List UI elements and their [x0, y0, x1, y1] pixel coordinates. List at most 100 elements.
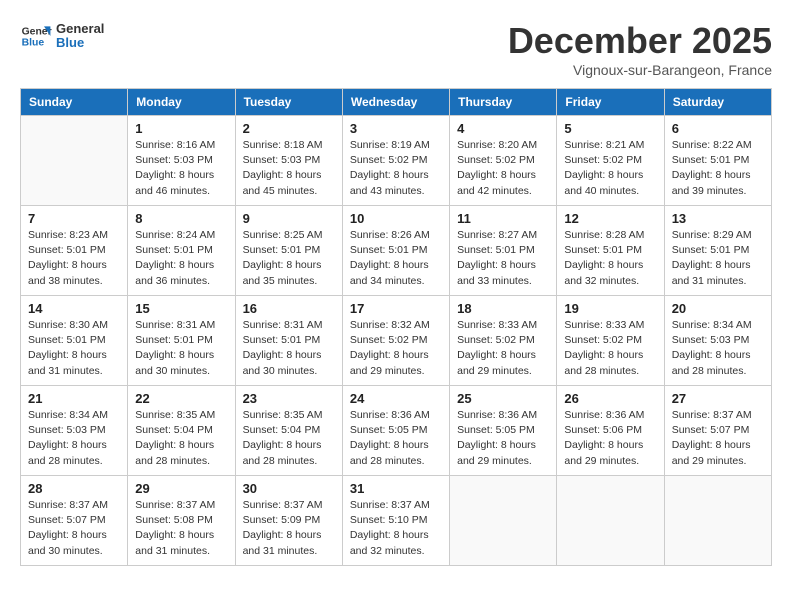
calendar-cell: 27Sunrise: 8:37 AMSunset: 5:07 PMDayligh… [664, 386, 771, 476]
calendar-week-4: 21Sunrise: 8:34 AMSunset: 5:03 PMDayligh… [21, 386, 772, 476]
calendar-cell: 22Sunrise: 8:35 AMSunset: 5:04 PMDayligh… [128, 386, 235, 476]
day-number: 14 [28, 301, 120, 316]
calendar-cell: 12 Sunrise: 8:28 AMSunset: 5:01 PMDayligh… [557, 206, 664, 296]
day-info: Sunrise: 8:16 AMSunset: 5:03 PMDaylight:… [135, 138, 227, 199]
calendar-cell: 30 Sunrise: 8:37 AMSunset: 5:09 PMDayligh… [235, 476, 342, 566]
calendar-cell: 7Sunrise: 8:23 AMSunset: 5:01 PMDaylight… [21, 206, 128, 296]
day-number: 25 [457, 391, 549, 406]
column-header-saturday: Saturday [664, 89, 771, 116]
day-number: 29 [135, 481, 227, 496]
calendar-cell: 15 Sunrise: 8:31 AMSunset: 5:01 PMDayligh… [128, 296, 235, 386]
day-info: Sunrise: 8:25 AMSunset: 5:01 PMDaylight:… [243, 228, 335, 289]
day-number: 8 [135, 211, 227, 226]
location-subtitle: Vignoux-sur-Barangeon, France [508, 62, 772, 78]
day-number: 27 [672, 391, 764, 406]
calendar-week-3: 14Sunrise: 8:30 AMSunset: 5:01 PMDayligh… [21, 296, 772, 386]
calendar-cell: 14Sunrise: 8:30 AMSunset: 5:01 PMDayligh… [21, 296, 128, 386]
day-info: Sunrise: 8:18 AMSunset: 5:03 PMDaylight:… [243, 138, 335, 199]
calendar-cell: 1 Sunrise: 8:16 AMSunset: 5:03 PMDaylight… [128, 116, 235, 206]
calendar-week-5: 28Sunrise: 8:37 AMSunset: 5:07 PMDayligh… [21, 476, 772, 566]
day-number: 1 [135, 121, 227, 136]
day-info: Sunrise: 8:36 AMSunset: 5:06 PMDaylight:… [564, 408, 656, 469]
day-number: 17 [350, 301, 442, 316]
column-header-thursday: Thursday [450, 89, 557, 116]
calendar-cell: 21Sunrise: 8:34 AMSunset: 5:03 PMDayligh… [21, 386, 128, 476]
day-info: Sunrise: 8:37 AMSunset: 5:09 PMDaylight:… [243, 498, 335, 559]
day-info: Sunrise: 8:33 AMSunset: 5:02 PMDaylight:… [457, 318, 549, 379]
day-info: Sunrise: 8:31 AMSunset: 5:01 PMDaylight:… [135, 318, 227, 379]
day-info: Sunrise: 8:24 AMSunset: 5:01 PMDaylight:… [135, 228, 227, 289]
calendar-cell: 17 Sunrise: 8:32 AMSunset: 5:02 PMDayligh… [342, 296, 449, 386]
day-info: Sunrise: 8:36 AMSunset: 5:05 PMDaylight:… [457, 408, 549, 469]
day-number: 6 [672, 121, 764, 136]
calendar-week-1: 1 Sunrise: 8:16 AMSunset: 5:03 PMDaylight… [21, 116, 772, 206]
title-area: December 2025 Vignoux-sur-Barangeon, Fra… [508, 20, 772, 78]
calendar-cell: 28Sunrise: 8:37 AMSunset: 5:07 PMDayligh… [21, 476, 128, 566]
day-info: Sunrise: 8:34 AMSunset: 5:03 PMDaylight:… [672, 318, 764, 379]
calendar-cell: 10 Sunrise: 8:26 AMSunset: 5:01 PMDayligh… [342, 206, 449, 296]
calendar-cell [21, 116, 128, 206]
month-title: December 2025 [508, 20, 772, 62]
calendar-cell: 6Sunrise: 8:22 AMSunset: 5:01 PMDaylight… [664, 116, 771, 206]
calendar-table: SundayMondayTuesdayWednesdayThursdayFrid… [20, 88, 772, 566]
day-number: 26 [564, 391, 656, 406]
calendar-cell: 4 Sunrise: 8:20 AMSunset: 5:02 PMDaylight… [450, 116, 557, 206]
column-header-tuesday: Tuesday [235, 89, 342, 116]
day-number: 15 [135, 301, 227, 316]
calendar-cell: 29 Sunrise: 8:37 AMSunset: 5:08 PMDayligh… [128, 476, 235, 566]
day-info: Sunrise: 8:28 AMSunset: 5:01 PMDaylight:… [564, 228, 656, 289]
day-info: Sunrise: 8:37 AMSunset: 5:10 PMDaylight:… [350, 498, 442, 559]
day-number: 23 [243, 391, 335, 406]
column-header-sunday: Sunday [21, 89, 128, 116]
calendar-cell: 16 Sunrise: 8:31 AMSunset: 5:01 PMDayligh… [235, 296, 342, 386]
header: General Blue General Blue December 2025 … [20, 20, 772, 78]
calendar-cell: 2Sunrise: 8:18 AMSunset: 5:03 PMDaylight… [235, 116, 342, 206]
logo: General Blue General Blue [20, 20, 104, 52]
day-info: Sunrise: 8:29 AMSunset: 5:01 PMDaylight:… [672, 228, 764, 289]
day-number: 21 [28, 391, 120, 406]
day-info: Sunrise: 8:32 AMSunset: 5:02 PMDaylight:… [350, 318, 442, 379]
day-number: 30 [243, 481, 335, 496]
calendar-cell: 8 Sunrise: 8:24 AMSunset: 5:01 PMDaylight… [128, 206, 235, 296]
day-info: Sunrise: 8:20 AMSunset: 5:02 PMDaylight:… [457, 138, 549, 199]
day-info: Sunrise: 8:37 AMSunset: 5:08 PMDaylight:… [135, 498, 227, 559]
day-info: Sunrise: 8:35 AMSunset: 5:04 PMDaylight:… [135, 408, 227, 469]
day-number: 18 [457, 301, 549, 316]
calendar-cell: 11Sunrise: 8:27 AMSunset: 5:01 PMDayligh… [450, 206, 557, 296]
day-number: 10 [350, 211, 442, 226]
column-header-friday: Friday [557, 89, 664, 116]
day-info: Sunrise: 8:33 AMSunset: 5:02 PMDaylight:… [564, 318, 656, 379]
calendar-cell: 25 Sunrise: 8:36 AMSunset: 5:05 PMDayligh… [450, 386, 557, 476]
day-number: 31 [350, 481, 442, 496]
calendar-cell [664, 476, 771, 566]
day-info: Sunrise: 8:21 AMSunset: 5:02 PMDaylight:… [564, 138, 656, 199]
day-number: 12 [564, 211, 656, 226]
day-info: Sunrise: 8:31 AMSunset: 5:01 PMDaylight:… [243, 318, 335, 379]
calendar-week-2: 7Sunrise: 8:23 AMSunset: 5:01 PMDaylight… [21, 206, 772, 296]
calendar-cell: 13 Sunrise: 8:29 AMSunset: 5:01 PMDayligh… [664, 206, 771, 296]
calendar-cell: 18 Sunrise: 8:33 AMSunset: 5:02 PMDayligh… [450, 296, 557, 386]
day-info: Sunrise: 8:26 AMSunset: 5:01 PMDaylight:… [350, 228, 442, 289]
day-number: 24 [350, 391, 442, 406]
day-number: 13 [672, 211, 764, 226]
calendar-cell: 9Sunrise: 8:25 AMSunset: 5:01 PMDaylight… [235, 206, 342, 296]
calendar-cell [450, 476, 557, 566]
day-info: Sunrise: 8:23 AMSunset: 5:01 PMDaylight:… [28, 228, 120, 289]
calendar-cell: 3Sunrise: 8:19 AMSunset: 5:02 PMDaylight… [342, 116, 449, 206]
calendar-cell: 19 Sunrise: 8:33 AMSunset: 5:02 PMDayligh… [557, 296, 664, 386]
calendar-cell: 20 Sunrise: 8:34 AMSunset: 5:03 PMDayligh… [664, 296, 771, 386]
day-number: 3 [350, 121, 442, 136]
logo-blue: Blue [56, 36, 104, 50]
day-number: 16 [243, 301, 335, 316]
day-info: Sunrise: 8:36 AMSunset: 5:05 PMDaylight:… [350, 408, 442, 469]
day-number: 5 [564, 121, 656, 136]
calendar-cell: 26 Sunrise: 8:36 AMSunset: 5:06 PMDayligh… [557, 386, 664, 476]
day-number: 19 [564, 301, 656, 316]
calendar-cell: 5 Sunrise: 8:21 AMSunset: 5:02 PMDaylight… [557, 116, 664, 206]
logo-general: General [56, 22, 104, 36]
day-number: 4 [457, 121, 549, 136]
day-info: Sunrise: 8:35 AMSunset: 5:04 PMDaylight:… [243, 408, 335, 469]
day-number: 20 [672, 301, 764, 316]
day-number: 11 [457, 211, 549, 226]
svg-text:Blue: Blue [22, 38, 45, 49]
